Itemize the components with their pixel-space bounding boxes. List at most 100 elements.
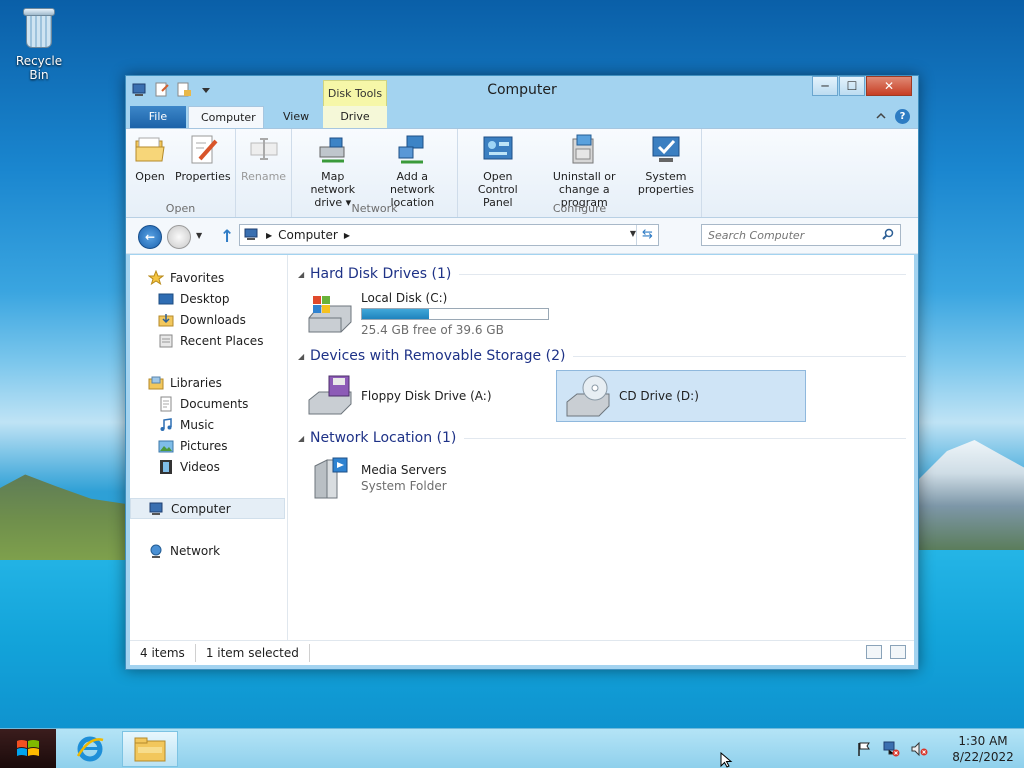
- open-button[interactable]: Open: [130, 133, 170, 183]
- recent-pages-dropdown[interactable]: ▼: [196, 231, 202, 240]
- back-button[interactable]: ←: [138, 225, 162, 249]
- window-controls: ─ ☐ ✕: [811, 76, 912, 96]
- desktop-icon: [158, 293, 174, 304]
- nav-libraries[interactable]: Libraries: [130, 372, 287, 393]
- collapse-caret-icon[interactable]: ◢: [298, 270, 310, 279]
- explorer-window: Disk Tools Computer ─ ☐ ✕ File Computer …: [125, 75, 919, 670]
- computer-icon: [149, 502, 163, 515]
- drive-free-space: 25.4 GB free of 39.6 GB: [361, 323, 504, 337]
- nav-desktop[interactable]: Desktop: [130, 288, 287, 309]
- tab-computer[interactable]: Computer: [188, 106, 264, 128]
- up-button[interactable]: ↑: [220, 227, 234, 247]
- taskbar-internet-explorer[interactable]: [62, 731, 118, 767]
- minimize-ribbon-icon[interactable]: [875, 109, 887, 124]
- music-icon: [160, 417, 172, 431]
- ribbon-group-label-configure: Configure: [552, 202, 607, 215]
- network-status-icon[interactable]: [882, 741, 900, 757]
- ribbon-group-open: Open Properties Open: [126, 129, 236, 217]
- navigation-pane[interactable]: Favorites Desktop Downloads Recent Place…: [130, 255, 288, 640]
- add-location-label-1: Add a network: [389, 170, 435, 196]
- group-title: Devices with Removable Storage (2): [310, 348, 566, 364]
- collapse-caret-icon[interactable]: ◢: [298, 434, 310, 443]
- clock-time: 1:30 AM: [958, 734, 1008, 748]
- ribbon-group-rename: Rename: [236, 129, 292, 217]
- group-header-removable-storage[interactable]: ◢ Devices with Removable Storage (2): [298, 345, 914, 367]
- rename-button[interactable]: Rename: [240, 133, 287, 183]
- maximize-button[interactable]: ☐: [839, 76, 865, 96]
- close-button[interactable]: ✕: [866, 76, 912, 96]
- recycle-bin-icon: [21, 6, 57, 50]
- drive-local-disk-c[interactable]: Local Disk (C:) 25.4 GB free of 39.6 GB: [298, 288, 549, 340]
- ribbon-group-label-open: Open: [165, 202, 196, 215]
- disk-usage-bar: [361, 308, 549, 320]
- title-bar[interactable]: Disk Tools Computer ─ ☐ ✕: [126, 76, 918, 106]
- system-label-1: System: [645, 170, 687, 183]
- forward-button[interactable]: [167, 225, 191, 249]
- nav-downloads-label: Downloads: [180, 312, 246, 327]
- drive-floppy-a[interactable]: Floppy Disk Drive (A:): [298, 370, 548, 422]
- nav-documents-label: Documents: [180, 396, 249, 411]
- details-view-icon[interactable]: [866, 645, 882, 659]
- ribbon-group-network: Map network drive ▾ Add a network locati…: [292, 129, 458, 217]
- drive-name: CD Drive (D:): [619, 389, 699, 403]
- videos-icon: [160, 459, 172, 474]
- group-title: Hard Disk Drives (1): [310, 266, 452, 282]
- taskbar: 1:30 AM 8/22/2022: [0, 728, 1024, 768]
- system-label-2: properties: [637, 183, 694, 196]
- tab-file[interactable]: File: [130, 106, 186, 128]
- desktop-icon-label: Recycle Bin: [15, 54, 63, 82]
- content-pane[interactable]: ◢ Hard Disk Drives (1) Local Disk (C:) 2…: [288, 255, 914, 640]
- add-network-location-button[interactable]: Add a network location: [372, 133, 453, 209]
- collapse-caret-icon[interactable]: ◢: [298, 352, 310, 361]
- nav-downloads[interactable]: Downloads: [130, 309, 287, 330]
- address-bar[interactable]: ▶ Computer ▶ ▼ ⇆: [239, 224, 659, 246]
- search-input[interactable]: [702, 225, 872, 245]
- window-body: Favorites Desktop Downloads Recent Place…: [130, 255, 914, 640]
- refresh-button[interactable]: ⇆: [636, 225, 658, 245]
- desktop-icon-recycle-bin[interactable]: Recycle Bin: [6, 6, 72, 82]
- nav-videos[interactable]: Videos: [130, 456, 287, 477]
- group-header-hard-disk-drives[interactable]: ◢ Hard Disk Drives (1): [298, 263, 914, 285]
- drive-cd-d[interactable]: CD Drive (D:): [556, 370, 806, 422]
- group-header-network-location[interactable]: ◢ Network Location (1): [298, 427, 914, 449]
- nav-music-label: Music: [180, 417, 215, 432]
- network-location-media-servers[interactable]: Media Servers System Folder: [298, 452, 548, 504]
- clock[interactable]: 1:30 AM 8/22/2022: [948, 733, 1018, 765]
- tab-drive[interactable]: Drive: [323, 106, 387, 128]
- uninstall-program-button[interactable]: Uninstall or change a program: [536, 133, 633, 209]
- nav-music[interactable]: Music: [130, 414, 287, 435]
- open-control-panel-button[interactable]: Open Control Panel: [462, 133, 534, 209]
- location-name: Media Servers: [361, 463, 447, 477]
- nav-documents[interactable]: Documents: [130, 393, 287, 414]
- map-network-drive-button[interactable]: Map network drive ▾: [296, 133, 370, 209]
- ribbon-right-controls: ?: [875, 109, 910, 124]
- properties-icon: [191, 135, 218, 164]
- breadcrumb-separator[interactable]: ▶: [344, 231, 350, 240]
- volume-muted-icon[interactable]: [910, 741, 928, 757]
- nav-computer[interactable]: Computer: [130, 498, 285, 519]
- help-icon[interactable]: ?: [895, 109, 910, 124]
- minimize-button[interactable]: ─: [812, 76, 838, 96]
- search-box[interactable]: [701, 224, 901, 246]
- nav-recent-places-label: Recent Places: [180, 333, 264, 348]
- nav-favorites[interactable]: Favorites: [130, 267, 287, 288]
- nav-network[interactable]: Network: [130, 540, 287, 561]
- breadcrumb-computer[interactable]: Computer: [278, 228, 338, 242]
- map-drive-label-1: Map network: [310, 170, 356, 196]
- breadcrumb-separator[interactable]: ▶: [266, 231, 272, 240]
- nav-recent-places[interactable]: Recent Places: [130, 330, 287, 351]
- taskbar-file-explorer[interactable]: [122, 731, 178, 767]
- properties-button[interactable]: Properties: [172, 133, 234, 183]
- flag-icon[interactable]: [856, 741, 872, 757]
- system-properties-button[interactable]: System properties: [635, 133, 697, 209]
- computer-icon: [244, 228, 258, 240]
- ribbon-tabs: File Computer View Drive ?: [126, 106, 918, 128]
- pictures-icon: [158, 440, 174, 452]
- nav-favorites-label: Favorites: [170, 270, 225, 285]
- large-icons-view-icon[interactable]: [890, 645, 906, 659]
- nav-pictures[interactable]: Pictures: [130, 435, 287, 456]
- disk-usage-fill: [362, 309, 429, 319]
- tab-view[interactable]: View: [271, 106, 321, 128]
- rename-icon: [250, 138, 277, 160]
- start-button[interactable]: [0, 729, 56, 768]
